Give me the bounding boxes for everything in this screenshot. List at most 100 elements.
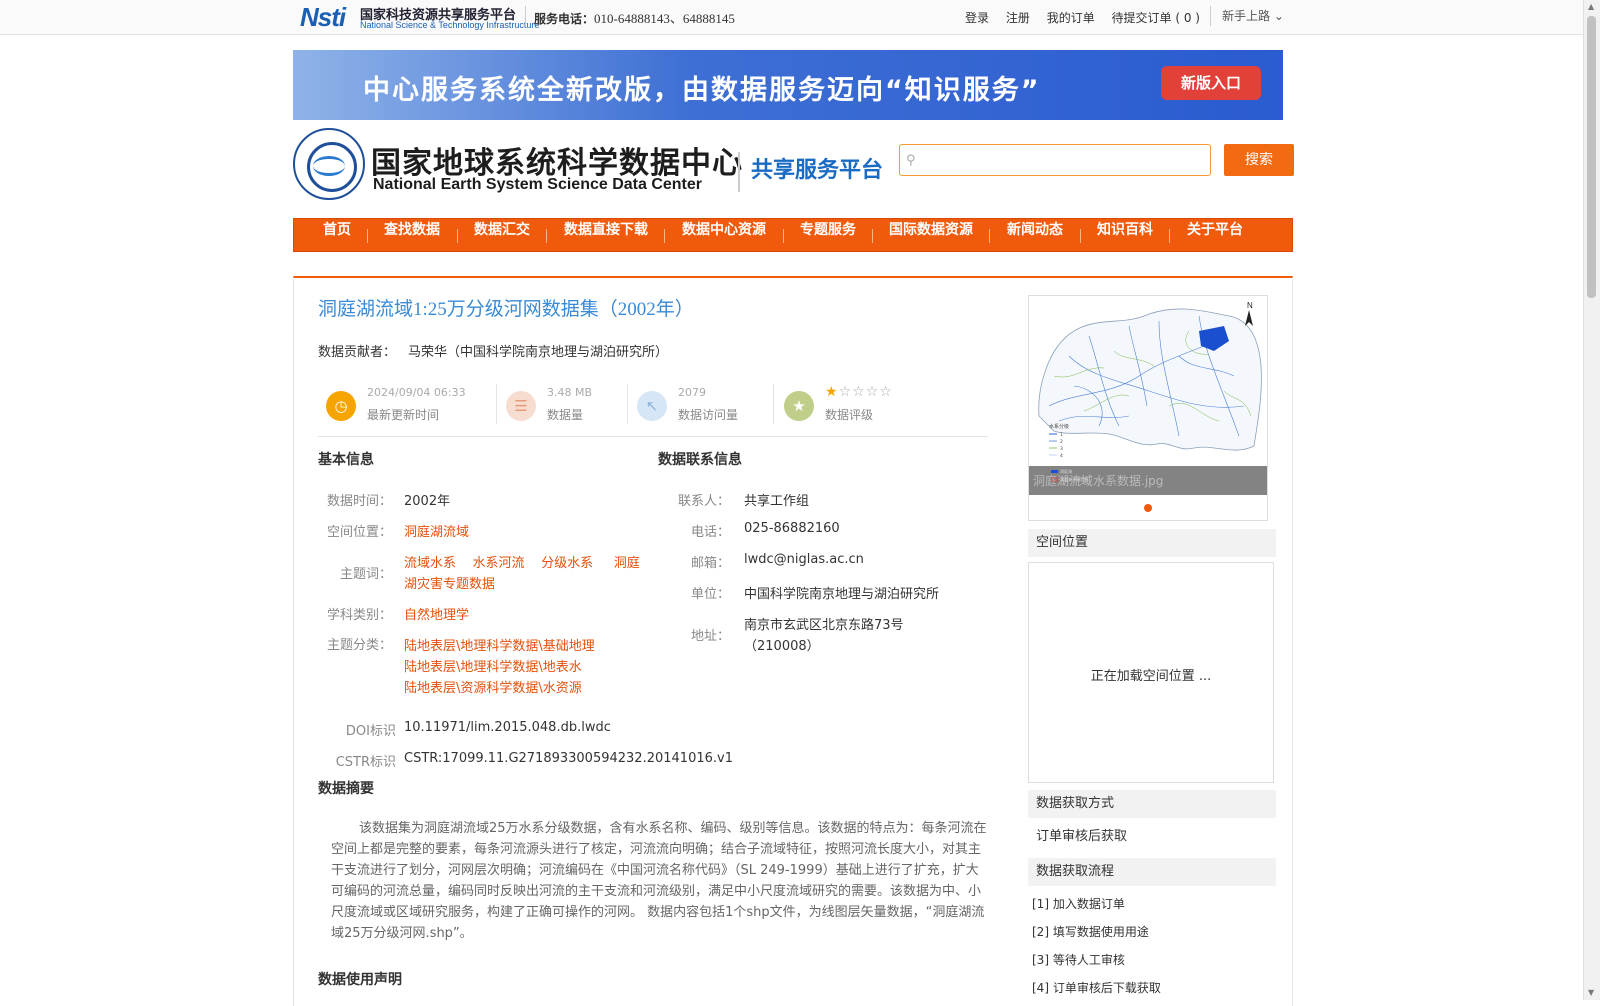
keyword-link[interactable]: 湖灾害专题数据 [404, 573, 495, 592]
nav-direct-download[interactable]: 数据直接下载 [564, 219, 648, 251]
nav-separator [1080, 229, 1081, 243]
keyword-link[interactable]: 流域水系 [404, 556, 456, 571]
search-box: ⚲ [899, 144, 1211, 176]
stat-separator [773, 384, 774, 424]
spatial-location-link[interactable]: 洞庭湖流域 [404, 521, 469, 540]
stat-updated: ◷ 2024/09/04 06:33 最新更新时间 [318, 384, 488, 430]
acquisition-method-link[interactable]: 订单审核后获取 [1036, 825, 1127, 844]
map-legend-item: 2 [1060, 439, 1063, 445]
spatial-location-map[interactable]: 正在加载空间位置 ... [1028, 562, 1274, 783]
nav-separator [783, 229, 784, 243]
new-version-button[interactable]: 新版入口 [1161, 66, 1261, 100]
map-legend-overlay: 洞庭湖 洞庭湖流域范围 [1051, 468, 1088, 482]
rating-star-icon[interactable]: ☆ [879, 384, 893, 400]
nav-news[interactable]: 新闻动态 [1007, 219, 1063, 251]
label-doi: DOI标识 [345, 724, 396, 739]
search-input[interactable] [924, 149, 1208, 173]
register-link[interactable]: 注册 [1006, 11, 1030, 25]
flow-step: [1] 加入数据订单 [1032, 897, 1125, 911]
label-space: 空间位置： [326, 525, 392, 540]
north-arrow-label: N [1247, 301, 1253, 310]
scrollbar-thumb[interactable] [1587, 16, 1596, 298]
nav-center-resources[interactable]: 数据中心资源 [682, 219, 766, 251]
nav-encyclopedia[interactable]: 知识百科 [1097, 219, 1153, 251]
divider [738, 152, 740, 192]
nsti-logo[interactable]: Nsti 国家科技资源共享服务平台 National Science & Tec… [300, 2, 539, 32]
label-cstr: CSTR标识 [335, 755, 396, 770]
center-logo[interactable]: 国家地球系统科学数据中心 National Earth System Scien… [293, 126, 883, 202]
nav-find-data[interactable]: 查找数据 [384, 219, 440, 251]
rating-star-icon[interactable]: ★ [825, 384, 839, 400]
database-icon: ☰ [506, 391, 536, 421]
map-legend-item: 洞庭湖 [1060, 468, 1072, 474]
nav-separator [546, 229, 547, 243]
pending-orders-link[interactable]: 待提交订单 ( 0 ) [1112, 11, 1200, 25]
map-loading-text: 正在加载空间位置 ... [1090, 669, 1212, 684]
stat-separator [496, 384, 497, 424]
nav-topic-services[interactable]: 专题服务 [800, 219, 856, 251]
basic-info-heading: 基本信息 [318, 452, 374, 468]
nav-data-submission[interactable]: 数据汇交 [474, 219, 530, 251]
rating-star-icon[interactable]: ☆ [866, 384, 880, 400]
rating-star-icon[interactable]: ☆ [839, 384, 853, 400]
rating-star-icon[interactable]: ☆ [852, 384, 866, 400]
category-link[interactable]: 陆地表层\地理科学数据\基础地理 [404, 635, 595, 654]
contact-postcode: （210008） [744, 639, 820, 654]
acquisition-method-heading: 数据获取方式 [1028, 790, 1276, 818]
keyword-list: 流域水系 水系河流 分级水系 洞庭 [404, 552, 640, 571]
contact-tel: 025-86882160 [744, 521, 840, 536]
center-name-en: National Earth System Science Data Cente… [373, 176, 703, 193]
label-time: 数据时间： [326, 494, 392, 509]
rating-stars: ★☆☆☆☆ [825, 384, 893, 400]
nav-about[interactable]: 关于平台 [1187, 219, 1243, 251]
usage-statement-heading: 数据使用声明 [318, 972, 402, 988]
banner-text: 中心服务系统全新改版，由数据服务迈向“知识服务” [363, 75, 1041, 106]
map-legend-item: 3 [1060, 446, 1063, 452]
subject-link[interactable]: 自然地理学 [404, 604, 469, 623]
nav-international-data[interactable]: 国际数据资源 [889, 219, 973, 251]
keyword-link[interactable]: 分级水系 [541, 556, 593, 571]
flow-step: [3] 等待人工审核 [1032, 953, 1125, 967]
nav-home[interactable]: 首页 [323, 219, 351, 251]
dataset-stats: ◷ 2024/09/04 06:33 最新更新时间 ☰ 3.48 MB 数据量 … [318, 380, 988, 437]
stat-separator [627, 384, 628, 424]
scroll-up-icon[interactable]: ▲ [1588, 2, 1594, 11]
stat-visits: ↖ 2079 数据访问量 [629, 384, 764, 430]
search-icon: ⚲ [906, 153, 916, 168]
my-orders-link[interactable]: 我的订单 [1047, 11, 1095, 25]
label-unit: 单位： [690, 587, 730, 602]
data-time: 2002年 [404, 494, 451, 509]
contact-unit: 中国科学院南京地理与湖泊研究所 [744, 587, 940, 602]
doi-value: 10.11971/lim.2015.048.db.lwdc [404, 720, 611, 735]
category-link[interactable]: 陆地表层\资源科学数据\水资源 [404, 677, 582, 696]
center-seal-icon [293, 128, 365, 200]
map-legend-item: 4 [1060, 453, 1063, 459]
top-bar: Nsti 国家科技资源共享服务平台 National Science & Tec… [0, 0, 1584, 35]
announcement-banner[interactable]: 中心服务系统全新改版，由数据服务迈向“知识服务” 新版入口 [293, 50, 1283, 120]
contact-person: 共享工作组 [744, 494, 810, 509]
category-link[interactable]: 陆地表层\地理科学数据\地表水 [404, 656, 582, 675]
chevron-down-icon: ⌄ [1273, 9, 1284, 23]
nav-separator [664, 229, 665, 243]
divider [1210, 6, 1211, 26]
map-legend-item: 1 [1060, 432, 1063, 438]
nav-separator [989, 229, 990, 243]
scroll-down-icon[interactable]: ▼ [1588, 988, 1594, 997]
label-address: 地址： [690, 629, 730, 644]
login-link[interactable]: 登录 [965, 11, 989, 25]
newbie-guide-menu[interactable]: 新手上路 ⌄ [1222, 7, 1284, 24]
label-keywords: 主题词： [339, 567, 392, 582]
map-legend-title: 水系分级 [1049, 423, 1069, 430]
abstract-text: 该数据集为洞庭湖流域25万水系分级数据，含有水系名称、编码、级别等信息。该数据的… [331, 821, 987, 941]
acquisition-flow-heading: 数据获取流程 [1028, 858, 1276, 886]
nsti-title-en: National Science & Technology Infrastruc… [360, 20, 540, 30]
search-button[interactable]: 搜索 [1224, 144, 1294, 176]
keyword-link[interactable]: 洞庭 [614, 556, 640, 571]
scrollbar[interactable]: ▲ ▼ [1583, 0, 1600, 1000]
nav-separator [457, 229, 458, 243]
map-legend-item: 洞庭湖流域范围 [1060, 476, 1088, 482]
nav-separator [1169, 229, 1170, 243]
stat-rating: ★ ★☆☆☆☆ 数据评级 [776, 384, 976, 430]
carousel-dot[interactable] [1144, 504, 1152, 512]
keyword-link[interactable]: 水系河流 [473, 556, 525, 571]
